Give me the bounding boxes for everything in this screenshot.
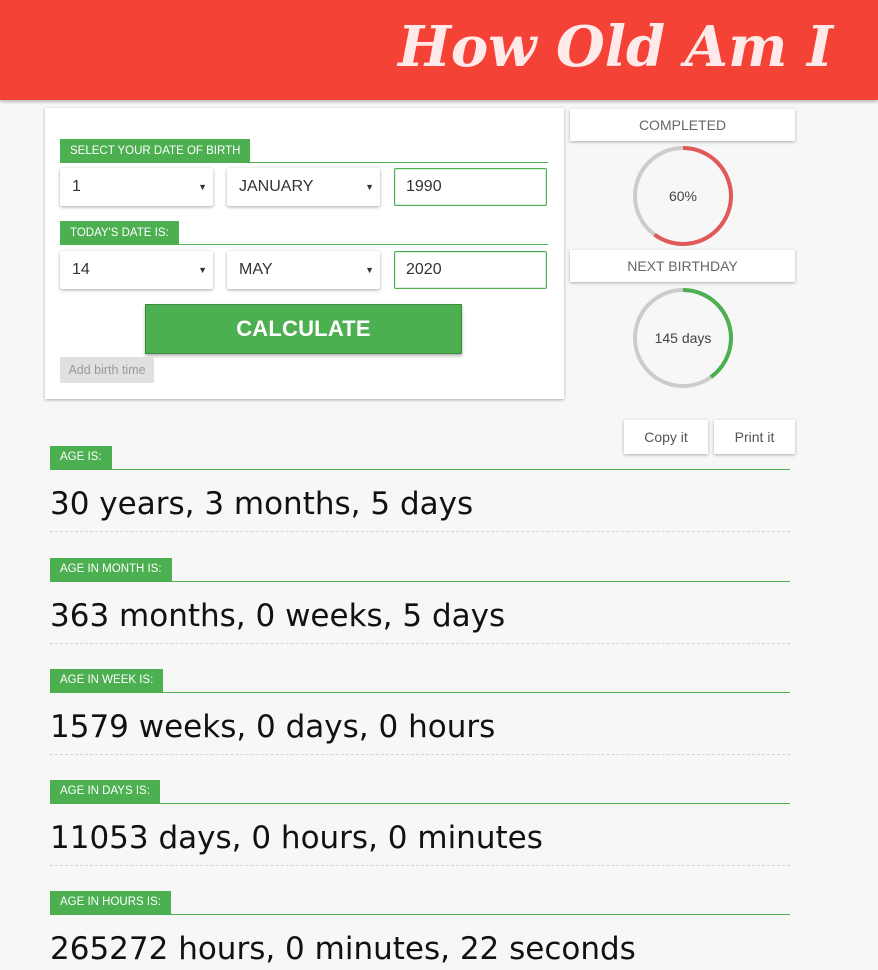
dob-label: SELECT YOUR DATE OF BIRTH	[60, 139, 251, 163]
site-title: How Old Am I	[398, 14, 834, 80]
result-value-months: 363 months, 0 weeks, 5 days	[50, 588, 790, 644]
result-value-age: 30 years, 3 months, 5 days	[50, 476, 790, 532]
result-label-text: AGE IN WEEK IS:	[50, 669, 164, 692]
dob-year-input[interactable]: 1990	[394, 168, 547, 206]
today-label: TODAY'S DATE IS:	[60, 221, 179, 245]
result-label-months: AGE IN MONTH IS:	[50, 558, 790, 582]
completed-ring: 60%	[632, 145, 734, 247]
completed-value: 60%	[668, 188, 698, 204]
today-day-value: 14	[72, 261, 90, 278]
today-year-value: 2020	[406, 261, 442, 278]
result-label-text: AGE IS:	[50, 446, 112, 469]
dob-year-value: 1990	[406, 178, 442, 195]
next-birthday-header: NEXT BIRTHDAY	[570, 250, 795, 282]
result-value-days: 11053 days, 0 hours, 0 minutes	[50, 810, 790, 866]
calculate-button[interactable]: CALCULATE	[145, 304, 462, 354]
today-section-label: TODAY'S DATE IS:	[60, 221, 548, 245]
today-month-select[interactable]: MAY ▼	[227, 251, 380, 289]
result-value-hours: 265272 hours, 0 minutes, 22 seconds	[50, 931, 636, 967]
chevron-down-icon: ▼	[198, 265, 207, 275]
add-birth-time-button[interactable]: Add birth time	[60, 357, 154, 383]
dob-day-select[interactable]: 1 ▼	[60, 168, 213, 206]
next-birthday-value: 145 days	[654, 330, 712, 346]
dob-day-value: 1	[72, 178, 81, 195]
result-label-text: AGE IN DAYS IS:	[50, 780, 160, 803]
today-month-value: MAY	[239, 261, 273, 278]
completed-header: COMPLETED	[570, 109, 795, 141]
result-label-text: AGE IN HOURS IS:	[50, 891, 171, 914]
today-year-input[interactable]: 2020	[394, 251, 547, 289]
result-label-days: AGE IN DAYS IS:	[50, 780, 790, 804]
site-header: How Old Am I	[0, 0, 878, 100]
today-day-select[interactable]: 14 ▼	[60, 251, 213, 289]
next-birthday-ring: 145 days	[632, 287, 734, 389]
dob-month-value: JANUARY	[239, 178, 314, 195]
dob-section-label: SELECT YOUR DATE OF BIRTH	[60, 139, 548, 163]
date-form-card: SELECT YOUR DATE OF BIRTH 1 ▼ JANUARY ▼ …	[45, 108, 564, 399]
dob-month-select[interactable]: JANUARY ▼	[227, 168, 380, 206]
chevron-down-icon: ▼	[365, 182, 374, 192]
result-label-hours: AGE IN HOURS IS:	[50, 891, 790, 915]
result-value-weeks: 1579 weeks, 0 days, 0 hours	[50, 699, 790, 755]
chevron-down-icon: ▼	[198, 182, 207, 192]
chevron-down-icon: ▼	[365, 265, 374, 275]
result-label-weeks: AGE IN WEEK IS:	[50, 669, 790, 693]
result-label-age: AGE IS:	[50, 446, 790, 470]
result-label-text: AGE IN MONTH IS:	[50, 558, 172, 581]
